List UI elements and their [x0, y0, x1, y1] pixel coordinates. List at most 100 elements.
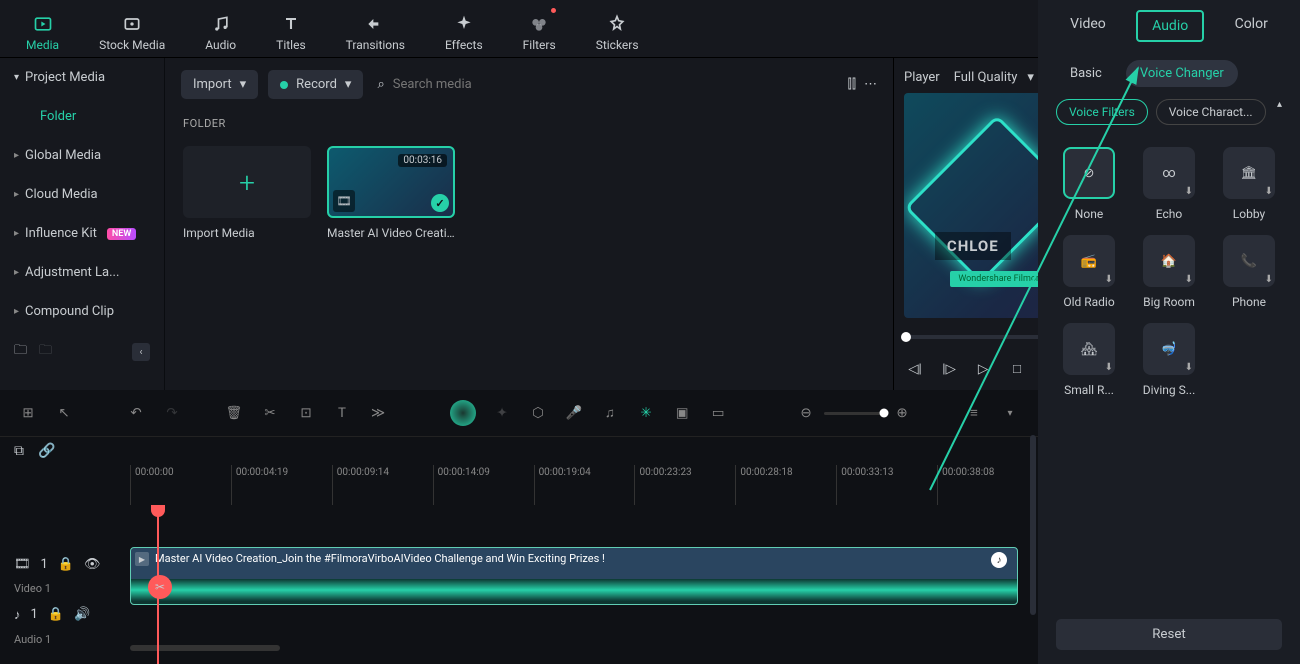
- right-panel: Video Audio Color Basic Voice Changer Vo…: [1038, 0, 1300, 664]
- sidebar-item-folder[interactable]: Folder: [0, 97, 164, 136]
- voice-phone[interactable]: 📞⬇Phone: [1216, 235, 1282, 309]
- next-frame-button[interactable]: |▷: [940, 360, 958, 378]
- record-dot-icon: [280, 81, 288, 89]
- tab-titles[interactable]: Titles: [270, 10, 311, 56]
- sidebar-label: Project Media: [25, 70, 105, 85]
- media-clip-tile[interactable]: 00:03:16 🎞 ✓ Master AI Video Creati...: [327, 146, 455, 240]
- scroll-thumb[interactable]: [130, 645, 280, 651]
- ai-button[interactable]: [450, 400, 476, 426]
- seek-handle[interactable]: [901, 332, 911, 342]
- cursor-icon[interactable]: ↖: [54, 403, 74, 423]
- sidebar-item-global-media[interactable]: Global Media: [0, 136, 164, 175]
- zoom-out-button[interactable]: ⊖: [796, 403, 816, 423]
- voice-small-room[interactable]: 🏘⬇Small R...: [1056, 323, 1122, 397]
- sidebar-item-cloud-media[interactable]: Cloud Media: [0, 175, 164, 214]
- sidebar-item-adjustment-layer[interactable]: Adjustment La...: [0, 253, 164, 292]
- undo-button[interactable]: ↶: [126, 403, 146, 423]
- voice-none[interactable]: ⊘None: [1056, 147, 1122, 221]
- grid-icon[interactable]: ⊞: [18, 403, 38, 423]
- stop-button[interactable]: □: [1008, 360, 1026, 378]
- rp-filter-voice-filters[interactable]: Voice Filters: [1056, 99, 1148, 125]
- filter-icon[interactable]: ⫿⫿: [848, 77, 856, 92]
- tab-transitions[interactable]: Transitions: [340, 10, 411, 56]
- overlap-icon[interactable]: ⧉: [14, 443, 24, 459]
- sidebar-item-project-media[interactable]: Project Media: [0, 58, 164, 97]
- split-button[interactable]: ✂: [260, 403, 280, 423]
- clip-play-icon: ▶: [135, 552, 149, 566]
- shield-icon[interactable]: ⬡: [528, 403, 548, 423]
- ruler-mark: 00:00:04:19: [236, 467, 288, 478]
- right-panel-filters: Voice Filters Voice Charact... ▴: [1038, 95, 1300, 129]
- right-panel-subtabs: Basic Voice Changer: [1038, 52, 1300, 95]
- collapse-sidebar-button[interactable]: ‹: [132, 343, 150, 361]
- timeline-ruler[interactable]: 00:00:00 00:00:04:19 00:00:09:14 00:00:1…: [0, 465, 1038, 505]
- download-icon: ⬇: [1265, 186, 1273, 197]
- tab-media[interactable]: Media: [20, 10, 65, 56]
- tab-effects[interactable]: Effects: [439, 10, 489, 56]
- sidebar-label: Global Media: [25, 148, 101, 163]
- clip-title: Master AI Video Creati...: [327, 226, 455, 240]
- zoom-in-button[interactable]: ⊕: [892, 403, 912, 423]
- more-icon[interactable]: ⋯: [864, 77, 877, 92]
- play-button[interactable]: ▷: [974, 360, 992, 378]
- settings-chevron-icon[interactable]: ▾: [1000, 403, 1020, 423]
- voice-lobby[interactable]: 🏛⬇Lobby: [1216, 147, 1282, 221]
- zoom-handle[interactable]: [880, 409, 889, 418]
- import-button[interactable]: Import ▾: [181, 70, 258, 99]
- new-folder-icon[interactable]: 🗀: [14, 341, 27, 363]
- voice-diving-suit[interactable]: 🤿⬇Diving S...: [1136, 323, 1202, 397]
- search-wrap: ⌕: [373, 77, 837, 92]
- plus-icon: +: [239, 166, 255, 199]
- audio-track-head: ♪1 🔒 🔊 Audio 1: [0, 607, 130, 646]
- prev-frame-button[interactable]: ◁|: [906, 360, 924, 378]
- quality-dropdown[interactable]: Full Quality ▾: [954, 70, 1034, 85]
- marker-icon[interactable]: ▣: [672, 403, 692, 423]
- import-tile[interactable]: + Import Media: [183, 146, 311, 240]
- music-icon[interactable]: ♫: [600, 403, 620, 423]
- more-tools-button[interactable]: ≫: [368, 403, 388, 423]
- auto-cut-icon[interactable]: ✳: [636, 403, 656, 423]
- voice-old-radio[interactable]: 📻⬇Old Radio: [1056, 235, 1122, 309]
- timeline-h-scroll[interactable]: [130, 645, 1038, 653]
- redo-button[interactable]: ↷: [162, 403, 182, 423]
- rp-sub-basic[interactable]: Basic: [1056, 60, 1116, 87]
- clip-icon[interactable]: 🎞: [14, 557, 31, 572]
- voice-grid: ⊘None ∞⬇Echo 🏛⬇Lobby 📻⬇Old Radio 🏠⬇Big R…: [1038, 129, 1300, 415]
- crop-button[interactable]: ⊡: [296, 403, 316, 423]
- rp-sub-voice-changer[interactable]: Voice Changer: [1126, 60, 1238, 87]
- list-icon[interactable]: ≡: [964, 403, 984, 423]
- text-button[interactable]: T: [332, 403, 352, 423]
- tab-stock-media[interactable]: Stock Media: [93, 10, 171, 56]
- lock-icon[interactable]: 🔒: [48, 607, 64, 622]
- scissors-badge-icon[interactable]: ✂: [148, 575, 172, 599]
- timeline-v-scroll[interactable]: [1030, 435, 1036, 615]
- rp-filter-voice-characters[interactable]: Voice Charact...: [1156, 99, 1266, 125]
- voice-big-room[interactable]: 🏠⬇Big Room: [1136, 235, 1202, 309]
- rp-tab-video[interactable]: Video: [1056, 10, 1120, 42]
- zoom-slider[interactable]: [824, 412, 884, 415]
- new-bin-icon[interactable]: 🗀: [39, 341, 52, 363]
- rp-tab-color[interactable]: Color: [1221, 10, 1282, 42]
- video-clip[interactable]: ▶ Master AI Video Creation_Join the #Fil…: [130, 547, 1018, 605]
- record-button[interactable]: Record ▾: [268, 70, 363, 99]
- ratio-icon[interactable]: ▭: [708, 403, 728, 423]
- tab-stickers[interactable]: Stickers: [590, 10, 645, 56]
- audio-icon[interactable]: ♪: [14, 607, 21, 623]
- sparkle-icon[interactable]: ✦: [492, 403, 512, 423]
- link-icon[interactable]: 🔗: [38, 443, 55, 459]
- sidebar-item-compound-clip[interactable]: Compound Clip: [0, 292, 164, 331]
- voice-echo[interactable]: ∞⬇Echo: [1136, 147, 1202, 221]
- search-input[interactable]: [393, 77, 834, 92]
- tab-filters[interactable]: Filters: [517, 10, 562, 56]
- visibility-icon[interactable]: 👁: [84, 557, 101, 572]
- sidebar-item-influence-kit[interactable]: Influence KitNEW: [0, 214, 164, 253]
- delete-button[interactable]: 🗑: [224, 403, 244, 423]
- collapse-icon[interactable]: ▴: [1277, 99, 1282, 125]
- lock-icon[interactable]: 🔒: [58, 557, 74, 572]
- mute-icon[interactable]: 🔊: [74, 607, 90, 622]
- mic-icon[interactable]: 🎤: [564, 403, 584, 423]
- tab-audio[interactable]: Audio: [199, 10, 242, 56]
- stock-media-icon: [122, 14, 142, 34]
- reset-button[interactable]: Reset: [1056, 619, 1282, 650]
- rp-tab-audio[interactable]: Audio: [1136, 10, 1204, 42]
